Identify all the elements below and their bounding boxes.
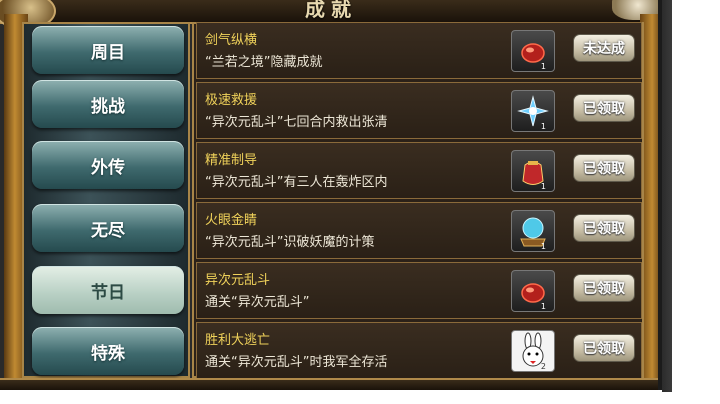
window-title: 成就 bbox=[305, 0, 357, 21]
claim-button[interactable]: 已领取 bbox=[573, 214, 635, 242]
tab-tiaozhan[interactable]: 挑战 bbox=[32, 80, 184, 128]
claim-button-label: 未达成 bbox=[583, 41, 625, 57]
achievement-desc: “兰若之境”隐藏成就 bbox=[205, 55, 323, 70]
claim-button-label: 已领取 bbox=[583, 341, 625, 357]
achievement-list: 剑气纵横 “兰若之境”隐藏成就 1 未达成 极速救援 “异次元乱斗”七回合内救出… bbox=[192, 22, 644, 379]
achievement-row: 极速救援 “异次元乱斗”七回合内救出张清 1 已领取 bbox=[196, 82, 642, 139]
red-gem-icon bbox=[521, 283, 545, 303]
red-gem-icon bbox=[521, 43, 545, 63]
claim-button-label: 已领取 bbox=[583, 101, 625, 117]
reward-slot[interactable]: 1 bbox=[511, 90, 555, 132]
reward-quantity: 1 bbox=[540, 242, 546, 251]
title-bar: 成就 bbox=[0, 0, 658, 24]
achievement-desc: “异次元乱斗”七回合内救出张清 bbox=[205, 115, 388, 130]
achievement-desc: 通关“异次元乱斗” bbox=[205, 295, 310, 310]
tab-wujin[interactable]: 无尽 bbox=[32, 204, 184, 252]
achievement-title: 胜利大逃亡 bbox=[205, 333, 271, 348]
tab-label: 周目 bbox=[91, 42, 125, 63]
achievement-row: 精准制导 “异次元乱斗”有三人在轰炸区内 1 已领取 bbox=[196, 142, 642, 199]
tab-label: 挑战 bbox=[91, 96, 125, 117]
tab-label: 外传 bbox=[91, 157, 125, 178]
reward-quantity: 1 bbox=[540, 62, 546, 71]
claim-button[interactable]: 已领取 bbox=[573, 154, 635, 182]
tab-zhoumu[interactable]: 周目 bbox=[32, 26, 184, 74]
right-edge-shadow bbox=[662, 0, 672, 392]
tab-jieri[interactable]: 节日 bbox=[32, 266, 184, 314]
right-edge bbox=[662, 0, 720, 404]
tab-teshu[interactable]: 特殊 bbox=[32, 327, 184, 375]
achievement-title: 极速救援 bbox=[205, 93, 258, 108]
reward-slot[interactable]: 1 bbox=[511, 210, 555, 252]
claim-button-label: 已领取 bbox=[583, 221, 625, 237]
achievement-desc: “异次元乱斗”有三人在轰炸区内 bbox=[205, 175, 388, 190]
claim-button[interactable]: 已领取 bbox=[573, 94, 635, 122]
achievement-title: 火眼金睛 bbox=[205, 213, 258, 228]
tab-label: 特殊 bbox=[91, 343, 125, 364]
achievement-title: 异次元乱斗 bbox=[205, 273, 271, 288]
tab-label: 节日 bbox=[91, 282, 125, 303]
crystal-ball-icon bbox=[520, 217, 546, 247]
category-sidebar: 周目 挑战 外传 无尽 节日 特殊 bbox=[22, 22, 190, 378]
achievement-row: 火眼金睛 “异次元乱斗”识破妖魔的计策 1 已领取 bbox=[196, 202, 642, 259]
claim-button[interactable]: 未达成 bbox=[573, 34, 635, 62]
reward-quantity: 1 bbox=[540, 182, 546, 191]
bottom-frame bbox=[0, 378, 658, 390]
reward-slot[interactable]: 1 bbox=[511, 30, 555, 72]
reward-quantity: 1 bbox=[540, 302, 546, 311]
claim-button-label: 已领取 bbox=[583, 161, 625, 177]
reward-slot[interactable]: 2 bbox=[511, 330, 555, 372]
claim-button[interactable]: 已领取 bbox=[573, 274, 635, 302]
achievement-desc: 通关“异次元乱斗”时我军全存活 bbox=[205, 355, 388, 370]
red-pouch-icon bbox=[522, 161, 544, 185]
achievement-row: 异次元乱斗 通关“异次元乱斗” 1 已领取 bbox=[196, 262, 642, 319]
reward-quantity: 2 bbox=[540, 362, 546, 371]
achievement-title: 剑气纵横 bbox=[205, 33, 258, 48]
tab-waizhuan[interactable]: 外传 bbox=[32, 141, 184, 189]
achievement-desc: “异次元乱斗”识破妖魔的计策 bbox=[205, 235, 375, 250]
claim-button-label: 已领取 bbox=[583, 281, 625, 297]
achievement-row: 剑气纵横 “兰若之境”隐藏成就 1 未达成 bbox=[196, 22, 642, 79]
blue-crystal-icon bbox=[517, 95, 549, 127]
achievement-window: 成就 周目 挑战 外传 无尽 节日 特殊 剑气纵横 “兰若之境”隐藏成就 1 未… bbox=[0, 0, 662, 390]
reward-slot[interactable]: 1 bbox=[511, 150, 555, 192]
tab-label: 无尽 bbox=[91, 220, 125, 241]
claim-button[interactable]: 已领取 bbox=[573, 334, 635, 362]
achievement-title: 精准制导 bbox=[205, 153, 258, 168]
reward-slot[interactable]: 1 bbox=[511, 270, 555, 312]
achievement-row: 胜利大逃亡 通关“异次元乱斗”时我军全存活 2 已领取 bbox=[196, 322, 642, 379]
rabbit-icon bbox=[522, 332, 544, 367]
reward-quantity: 1 bbox=[540, 122, 546, 131]
